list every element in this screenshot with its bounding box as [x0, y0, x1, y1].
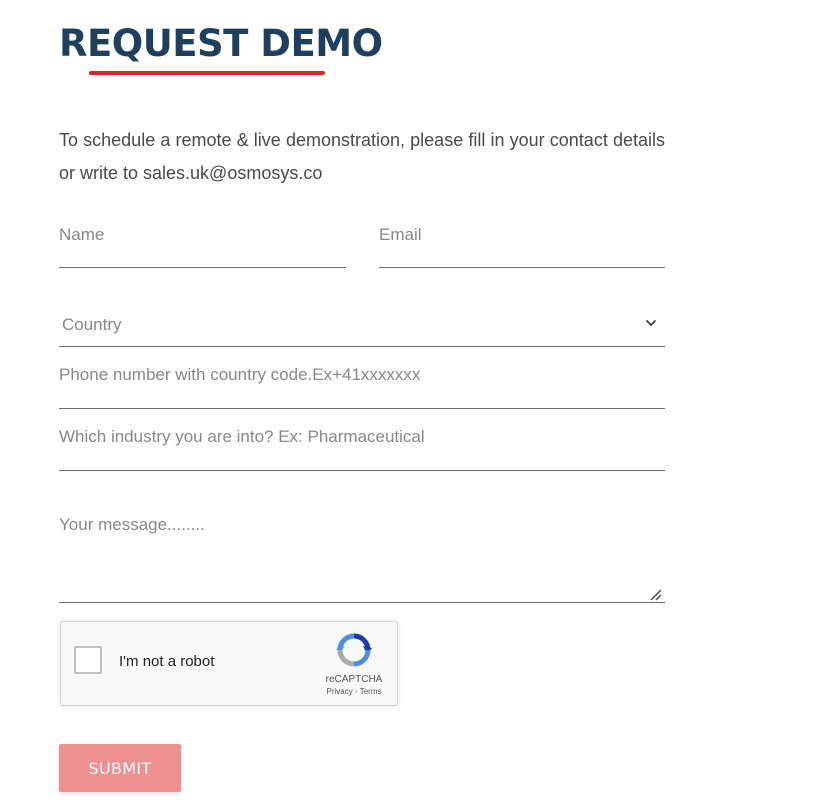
submit-button[interactable]: SUBMIT — [59, 744, 181, 792]
recaptcha-privacy-link[interactable]: Privacy — [327, 687, 353, 696]
recaptcha-checkbox[interactable] — [74, 646, 102, 674]
country-select[interactable]: Country — [59, 306, 665, 347]
recaptcha-links: Privacy - Terms — [319, 687, 389, 696]
intro-text: To schedule a remote & live demonstratio… — [59, 130, 665, 183]
recaptcha-terms-link[interactable]: Terms — [360, 687, 382, 696]
industry-field[interactable] — [59, 424, 665, 471]
title-underline — [89, 71, 325, 75]
chevron-down-icon — [646, 320, 656, 326]
message-field[interactable] — [59, 505, 665, 603]
recaptcha-label: I'm not a robot — [119, 653, 215, 670]
page-title: REQUEST DEMO — [59, 22, 383, 65]
country-select-value: Country — [62, 315, 122, 334]
phone-field[interactable] — [59, 362, 665, 409]
email-field[interactable] — [379, 220, 665, 268]
recaptcha-logo-icon — [336, 633, 372, 667]
resize-handle-icon[interactable] — [648, 587, 662, 601]
recaptcha-brand: reCAPTCHA — [325, 674, 383, 685]
name-field[interactable] — [59, 220, 346, 268]
recaptcha-widget: I'm not a robot reCAPTCHA Privacy - Term… — [60, 621, 398, 706]
recaptcha-link-separator: - — [352, 687, 360, 696]
